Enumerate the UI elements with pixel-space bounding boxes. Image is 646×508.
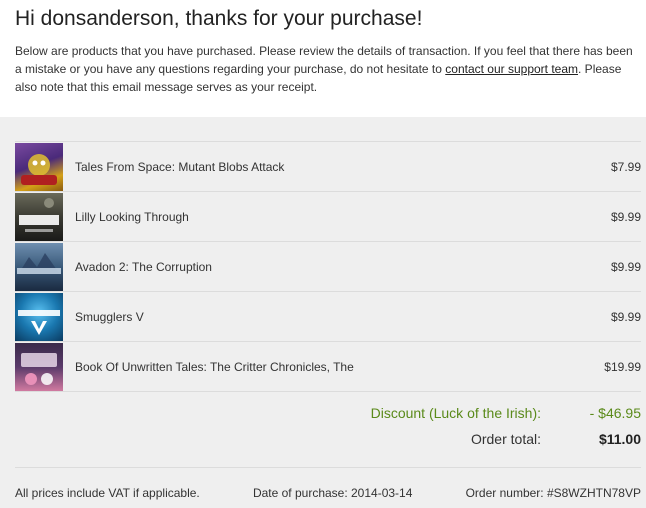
- product-name: Tales From Space: Mutant Blobs Attack: [75, 159, 285, 174]
- discount-row: Discount (Luck of the Irish): - $46.95: [15, 400, 641, 426]
- product-price: $7.99: [610, 159, 641, 174]
- product-name: Lilly Looking Through: [75, 209, 189, 224]
- vat-note: All prices include VAT if applicable.: [15, 486, 200, 500]
- product-price: $9.99: [610, 209, 641, 224]
- product-row: Avadon 2: The Corruption $9.99: [15, 242, 641, 292]
- purchase-date: Date of purchase: 2014-03-14: [252, 486, 413, 500]
- product-row: Book Of Unwritten Tales: The Critter Chr…: [15, 342, 641, 392]
- product-row: Tales From Space: Mutant Blobs Attack $7…: [15, 142, 641, 192]
- product-price: $19.99: [604, 359, 641, 374]
- order-total-value: $11.00: [598, 431, 641, 447]
- product-list: Tales From Space: Mutant Blobs Attack $7…: [15, 141, 641, 392]
- lilly-cover-icon[interactable]: [15, 192, 63, 241]
- greeting-title: Hi donsanderson, thanks for your purchas…: [15, 7, 423, 30]
- product-price: $9.99: [610, 259, 641, 274]
- order-total-label: Order total:: [470, 431, 541, 447]
- smugglers-cover-icon[interactable]: [15, 292, 63, 341]
- product-name: Smugglers V: [75, 309, 144, 324]
- mutant-blobs-cover-icon[interactable]: [15, 142, 63, 191]
- order-totals: Discount (Luck of the Irish): - $46.95 O…: [15, 400, 641, 452]
- product-row: Smugglers V $9.99: [15, 292, 641, 342]
- receipt-footer: All prices include VAT if applicable. Da…: [15, 467, 641, 500]
- critter-chronicles-cover-icon[interactable]: [15, 342, 63, 391]
- avadon-cover-icon[interactable]: [15, 242, 63, 291]
- discount-label: Discount (Luck of the Irish):: [370, 405, 541, 421]
- product-row: Lilly Looking Through $9.99: [15, 192, 641, 242]
- contact-support-link[interactable]: contact our support team: [445, 62, 578, 76]
- discount-value: - $46.95: [589, 405, 641, 421]
- order-total-row: Order total: $11.00: [15, 426, 641, 452]
- intro-text: Below are products that you have purchas…: [15, 42, 641, 96]
- product-name: Avadon 2: The Corruption: [75, 259, 212, 274]
- receipt-header: Hi donsanderson, thanks for your purchas…: [0, 0, 641, 96]
- order-number: Order number: #S8WZHTN78VP: [465, 486, 641, 500]
- product-price: $9.99: [610, 309, 641, 324]
- purchase-panel: Tales From Space: Mutant Blobs Attack $7…: [0, 117, 646, 508]
- product-name: Book Of Unwritten Tales: The Critter Chr…: [75, 359, 354, 374]
